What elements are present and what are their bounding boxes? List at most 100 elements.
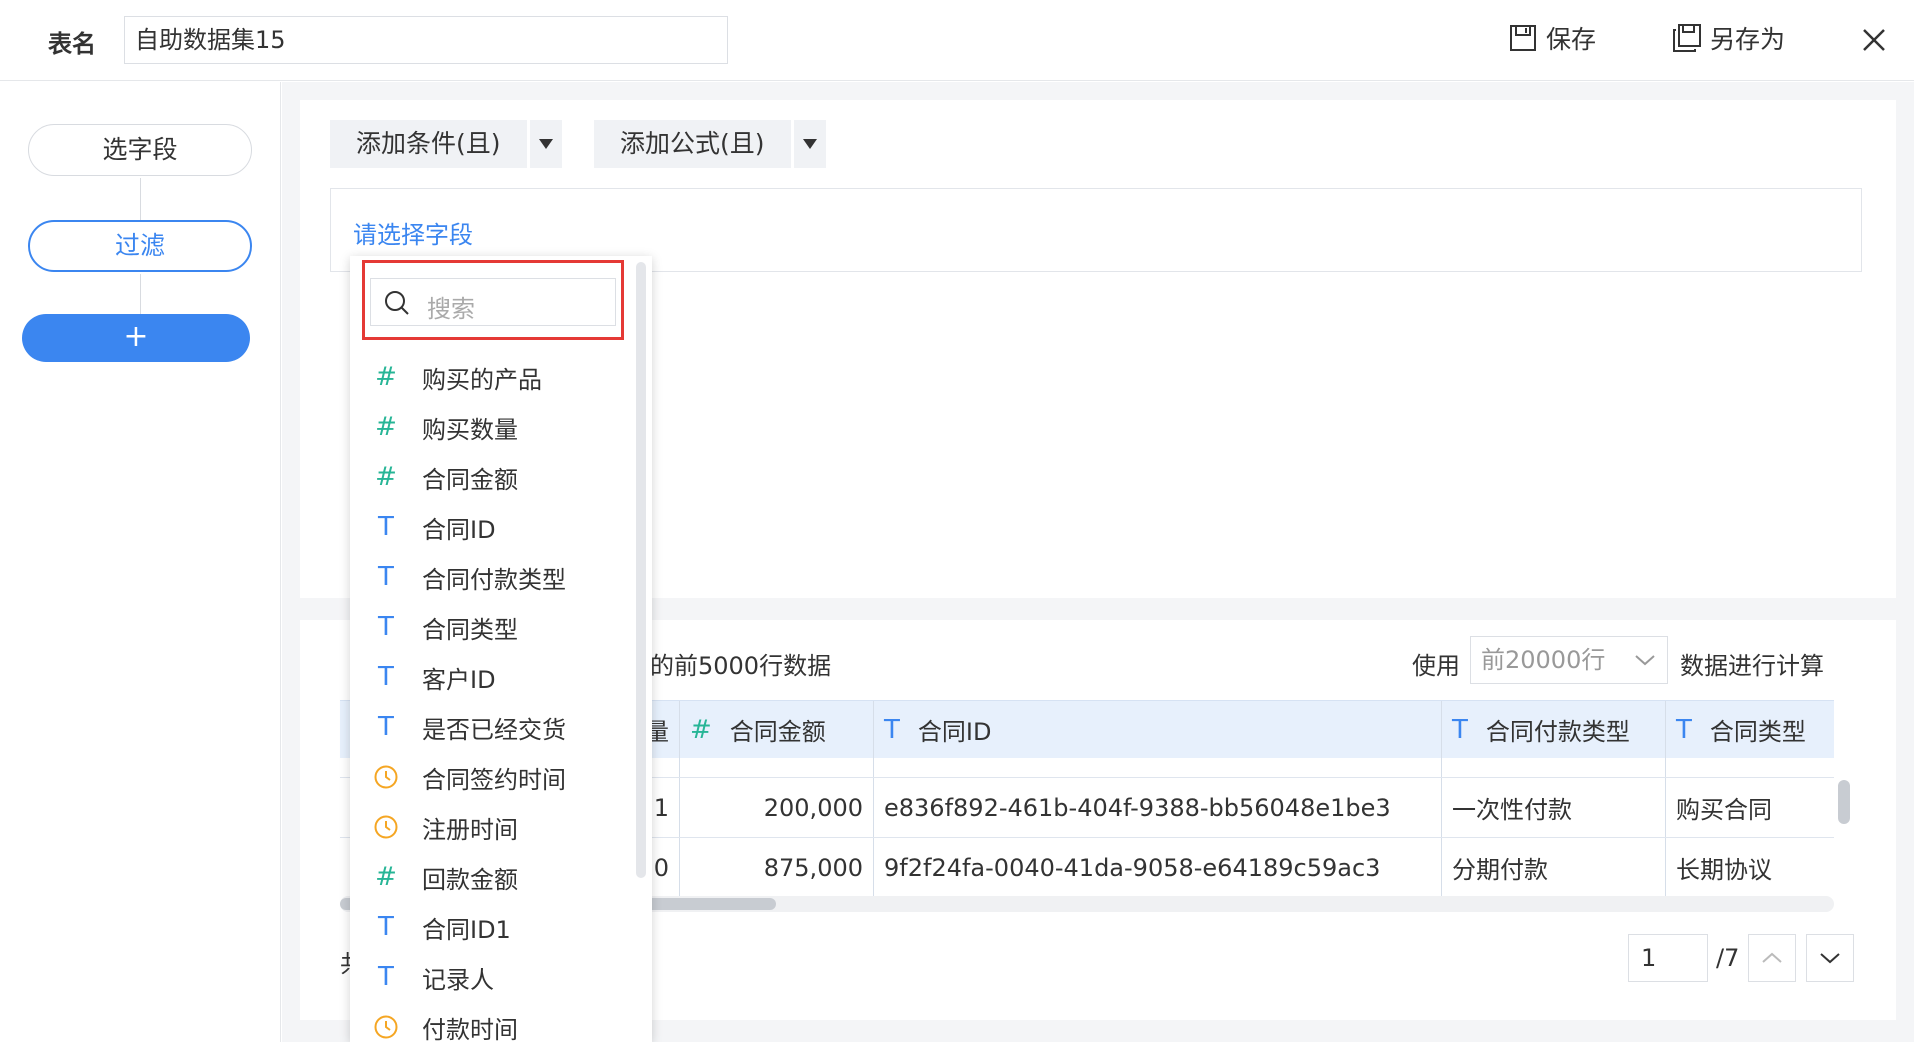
number-type-icon: # <box>375 362 397 392</box>
calc-label: 数据进行计算 <box>1680 652 1824 680</box>
step-filter[interactable]: 过滤 <box>28 220 252 272</box>
clock-icon <box>350 764 422 790</box>
column-header[interactable]: T 合同ID <box>874 701 1442 758</box>
field-label: 记录人 <box>422 965 494 994</box>
text-type-icon: T <box>1676 714 1692 745</box>
add-formula-dropdown-icon[interactable] <box>793 120 826 168</box>
field-label: 合同付款类型 <box>422 565 566 594</box>
field-list-item[interactable]: # 购买数量 <box>350 402 630 452</box>
text-type-icon: T <box>378 612 394 642</box>
rows-select[interactable]: 前20000行 <box>1470 636 1668 684</box>
number-type-icon: # <box>375 462 397 492</box>
save-as-icon <box>1673 24 1701 52</box>
save-as-button[interactable]: 另存为 <box>1672 20 1785 56</box>
field-list-item[interactable]: 注册时间 <box>350 802 630 852</box>
number-type-icon: # <box>690 714 712 745</box>
select-field-link[interactable]: 请选择字段 <box>353 215 473 250</box>
table-cell: 长期协议 <box>1676 856 1772 884</box>
highlight-annotation <box>362 260 624 340</box>
field-list-item[interactable]: T 合同ID1 <box>350 902 630 952</box>
next-page-button[interactable] <box>1806 934 1854 982</box>
chevron-up-icon <box>1762 952 1782 963</box>
text-type-icon: T <box>1452 714 1468 745</box>
field-list-item[interactable]: # 购买的产品 <box>350 352 630 402</box>
column-header-label: 合同金额 <box>729 718 826 746</box>
text-type-icon: T <box>378 562 394 592</box>
field-label: 购买的产品 <box>422 365 542 394</box>
page-total: /7 <box>1716 944 1740 972</box>
add-condition-button[interactable]: 添加条件(且) <box>330 120 527 168</box>
text-type-icon: T <box>378 712 394 742</box>
field-label: 回款金额 <box>422 865 518 894</box>
save-as-label: 另存为 <box>1710 25 1786 54</box>
save-label: 保存 <box>1546 25 1597 54</box>
field-list-item[interactable]: T 客户ID <box>350 652 630 702</box>
step-select-fields[interactable]: 选字段 <box>28 124 252 176</box>
table-cell: 购买合同 <box>1676 796 1772 824</box>
step-connector <box>140 178 141 220</box>
field-list-item[interactable]: T 记录人 <box>350 952 630 1002</box>
field-label: 付款时间 <box>422 1015 518 1042</box>
column-header[interactable]: # 合同金额 <box>680 701 874 758</box>
column-header-label: 合同ID <box>917 718 992 746</box>
column-header[interactable]: T 合同付款类型 <box>1442 701 1666 758</box>
add-formula-split-button: 添加公式(且) <box>594 120 826 168</box>
field-list-item[interactable]: 付款时间 <box>350 1002 630 1042</box>
field-list-item[interactable]: T 合同类型 <box>350 602 630 652</box>
number-type-icon: # <box>375 862 397 892</box>
number-type-icon: # <box>375 412 397 442</box>
add-condition-dropdown-icon[interactable] <box>529 120 562 168</box>
text-type-icon: T <box>378 962 394 992</box>
table-name-input[interactable]: 自助数据集15 <box>124 16 728 64</box>
field-label: 合同签约时间 <box>422 765 566 794</box>
text-type-icon: T <box>378 912 394 942</box>
close-icon[interactable] <box>1856 22 1892 58</box>
field-list-item[interactable]: T 合同付款类型 <box>350 552 630 602</box>
field-label: 是否已经交货 <box>422 715 566 744</box>
column-header-label: 合同类型 <box>1709 718 1806 746</box>
preview-info-text: 的前5000行数据 <box>650 652 832 680</box>
field-label: 合同ID <box>422 515 496 544</box>
top-header: 表名 自助数据集15 保存 另存为 <box>0 0 1914 81</box>
table-vertical-scrollbar[interactable] <box>1838 780 1850 824</box>
field-list-item[interactable]: T 合同ID <box>350 502 630 552</box>
field-label: 合同ID1 <box>422 915 511 944</box>
table-cell: 875,000 <box>680 838 874 896</box>
table-cell: 9f2f24fa-0040-41da-9058-e64189c59ac3 <box>874 838 1442 896</box>
field-list-item[interactable]: # 回款金额 <box>350 852 630 902</box>
use-label: 使用 <box>1412 652 1460 680</box>
chevron-down-icon <box>1635 655 1655 666</box>
field-select-dropdown: 搜索 # 购买的产品 # 购买数量 # 合同金额 T 合同ID T 合同付款类型 T 合同类型 T 客户I… <box>350 256 652 1042</box>
step-connector <box>140 274 141 314</box>
clock-icon <box>350 1014 422 1040</box>
add-condition-split-button: 添加条件(且) <box>330 120 562 168</box>
step-sidebar: 选字段 过滤 + <box>0 82 281 1042</box>
field-label: 合同金额 <box>422 465 518 494</box>
text-type-icon: T <box>378 662 394 692</box>
table-cell: 一次性付款 <box>1442 778 1666 837</box>
page-number-input[interactable]: 1 <box>1628 934 1708 982</box>
field-list-item[interactable]: # 合同金额 <box>350 452 630 502</box>
field-label: 注册时间 <box>422 815 518 844</box>
field-list-item[interactable]: 合同签约时间 <box>350 752 630 802</box>
rows-select-value: 前20000行 <box>1481 646 1606 674</box>
add-step-button[interactable]: + <box>22 314 250 362</box>
table-cell: 分期付款 <box>1442 838 1666 896</box>
text-type-icon: T <box>378 512 394 542</box>
text-type-icon: T <box>884 714 900 745</box>
table-cell: 200,000 <box>680 778 874 837</box>
prev-page-button[interactable] <box>1748 934 1796 982</box>
column-header[interactable]: T 合同类型 <box>1666 701 1834 758</box>
dropdown-scrollbar[interactable] <box>636 262 646 878</box>
field-label: 购买数量 <box>422 415 518 444</box>
column-header-label: 合同付款类型 <box>1485 718 1630 746</box>
save-icon <box>1510 25 1536 51</box>
clock-icon <box>350 814 422 840</box>
chevron-down-icon <box>1820 953 1840 964</box>
save-button[interactable]: 保存 <box>1508 20 1596 56</box>
add-formula-button[interactable]: 添加公式(且) <box>594 120 791 168</box>
table-cell: e836f892-461b-404f-9388-bb56048e1be3 <box>874 778 1442 837</box>
table-name-label: 表名 <box>48 30 96 58</box>
field-list-item[interactable]: T 是否已经交货 <box>350 702 630 752</box>
field-label: 客户ID <box>422 665 496 694</box>
